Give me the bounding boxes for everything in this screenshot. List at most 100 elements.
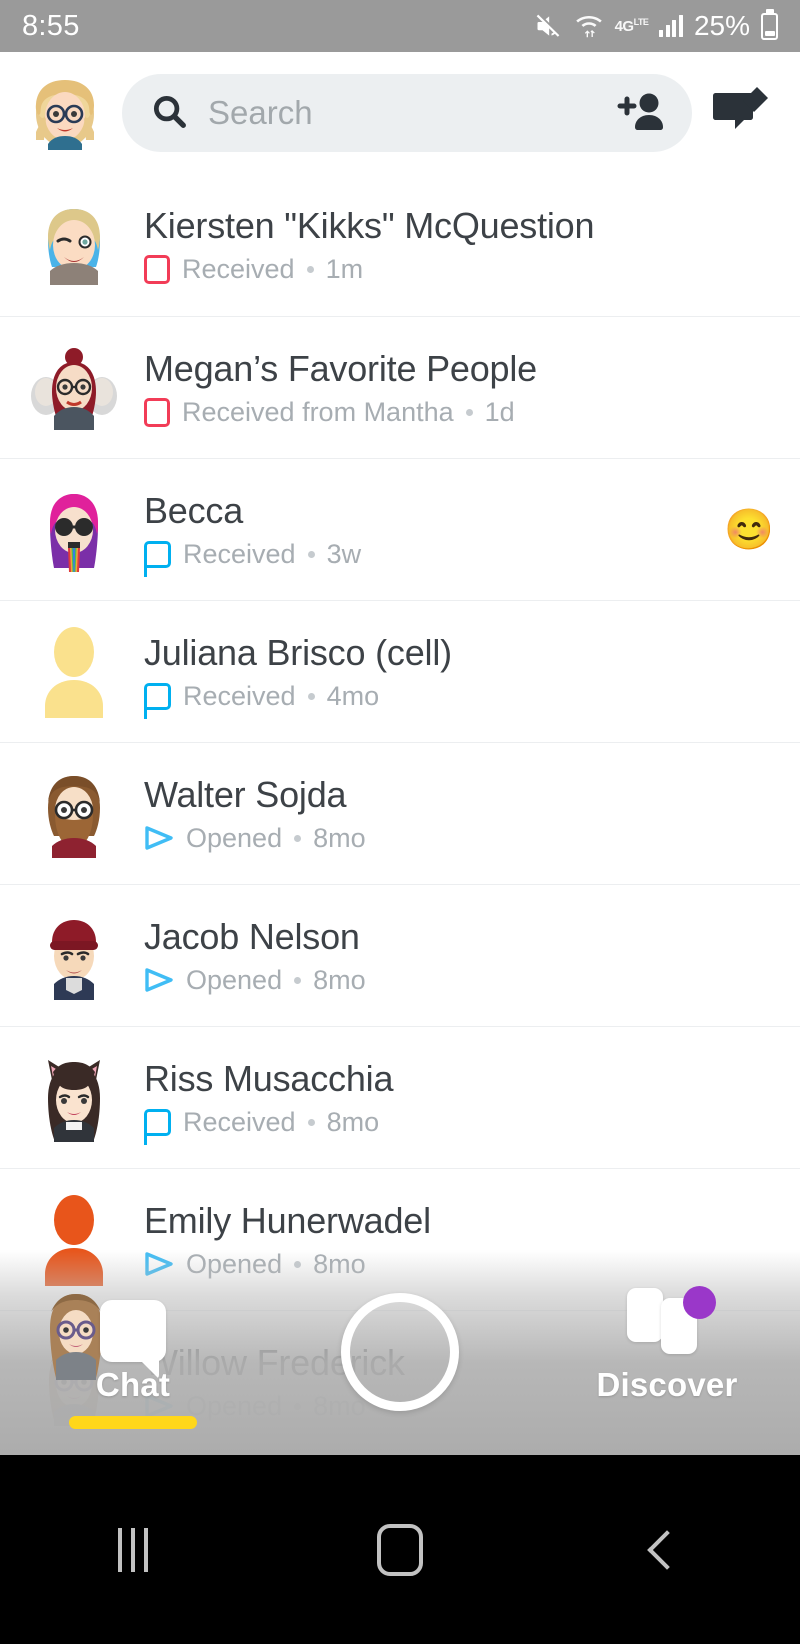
chat-unopened-icon	[143, 682, 171, 719]
chat-time: 8mo	[326, 1106, 380, 1137]
avatar	[26, 1192, 122, 1288]
discover-card-left	[627, 1288, 663, 1342]
chat-status: Received	[182, 254, 295, 284]
search-input[interactable]: Search	[208, 94, 313, 132]
separator-dot	[307, 1118, 315, 1126]
separator-dot	[294, 1260, 302, 1268]
battery-percent-label: 25%	[693, 10, 750, 41]
chat-row-walter-sojda[interactable]: Walter Sojda Opened 8mo	[0, 742, 800, 884]
chat-name: Walter Sojda	[144, 773, 347, 815]
chat-row-kiersten[interactable]: Kiersten "Kikks" McQuestion Received 1m	[0, 174, 800, 316]
chat-status: Opened	[186, 964, 283, 995]
discover-tab-icon-group	[534, 1276, 800, 1362]
android-navigation-bar	[0, 1455, 800, 1644]
new-chat-icon[interactable]	[710, 83, 774, 143]
separator-dot	[294, 1402, 302, 1410]
chat-row-content: Juliana Brisco (cell) Received 4mo	[143, 631, 774, 719]
discover-icon	[621, 1286, 716, 1362]
search-bar[interactable]: Search	[122, 74, 692, 152]
chat-status-line: Opened 8mo	[144, 1249, 774, 1280]
snap-unopened-icon	[144, 397, 170, 427]
chat-row-content: Walter Sojda Opened 8mo	[144, 774, 774, 854]
silhouette-yellow-icon	[45, 626, 103, 718]
nav-tab-chat[interactable]: Chat	[0, 1276, 266, 1429]
chat-status-line: Received 8mo	[143, 1106, 774, 1145]
chat-row-content: Megan’s Favorite People Received from Ma…	[144, 348, 774, 428]
friendship-emoji[interactable]: 😊	[706, 506, 774, 553]
home-icon	[376, 1523, 423, 1576]
chat-status: Received from Mantha	[182, 396, 454, 427]
separator-dot	[465, 408, 473, 416]
chat-row-content: Emily Hunerwadel Opened 8mo	[144, 1200, 774, 1280]
signal-bars-icon	[659, 15, 683, 37]
chat-status: Received	[183, 538, 296, 569]
chat-row-megans-favorite-people[interactable]: Megan’s Favorite People Received from Ma…	[0, 316, 800, 458]
chat-name: Megan’s Favorite People	[144, 347, 537, 389]
chat-status-line: Received 1m	[144, 254, 774, 285]
chat-status-line: Opened 8mo	[144, 965, 774, 996]
avatar	[26, 197, 122, 293]
avatar	[26, 482, 122, 578]
chat-status-line: Opened 8mo	[144, 823, 774, 854]
lte-icon: 4GLTE	[614, 17, 649, 35]
recents-button[interactable]	[43, 1455, 223, 1644]
chat-status-line: Received 3w	[143, 538, 706, 577]
chat-name: Jacob Nelson	[144, 915, 360, 957]
back-button[interactable]	[577, 1455, 757, 1644]
opened-arrow-icon	[144, 824, 174, 852]
chat-name: Becca	[144, 489, 244, 531]
chat-status: Opened	[186, 1248, 283, 1279]
avatar	[26, 908, 122, 1004]
profile-avatar-button[interactable]	[26, 74, 104, 152]
chat-row-jacob-nelson[interactable]: Jacob Nelson Opened 8mo	[0, 884, 800, 1026]
mute-icon	[533, 12, 563, 40]
separator-dot	[307, 550, 315, 558]
add-friend-icon[interactable]	[610, 90, 668, 136]
chat-name: Juliana Brisco (cell)	[144, 631, 452, 673]
chat-status-line: Received 4mo	[143, 680, 774, 719]
separator-dot	[294, 976, 302, 984]
separator-dot	[306, 266, 314, 273]
chat-bubble-icon	[100, 1300, 166, 1362]
chat-row-content: Becca Received 3w	[143, 489, 706, 577]
chat-time: 8mo	[313, 1248, 366, 1279]
chat-time: 4mo	[326, 680, 380, 711]
avatar	[26, 624, 122, 720]
search-icon	[150, 92, 188, 135]
chat-row-juliana-brisco[interactable]: Juliana Brisco (cell) Received 4mo	[0, 600, 800, 742]
separator-dot	[294, 834, 302, 842]
chat-list: Kiersten "Kikks" McQuestion Received 1m	[0, 174, 800, 1452]
active-tab-indicator	[69, 1416, 197, 1429]
chat-row-content: Kiersten "Kikks" McQuestion Received 1m	[144, 205, 774, 285]
separator-dot	[307, 692, 315, 700]
chat-status: Received	[183, 1106, 296, 1137]
opened-arrow-icon	[144, 1250, 174, 1278]
chat-time: 8mo	[313, 964, 366, 995]
chat-name: Kiersten "Kikks" McQuestion	[144, 205, 595, 246]
chat-status: Opened	[186, 822, 283, 853]
nav-tab-discover[interactable]: Discover	[534, 1276, 800, 1429]
chat-status-line: Received from Mantha 1d	[144, 397, 774, 428]
camera-capture-button[interactable]	[341, 1293, 459, 1411]
chat-unopened-icon	[143, 540, 171, 577]
opened-arrow-icon	[144, 966, 174, 994]
avatar	[26, 1050, 122, 1146]
wifi-icon	[574, 11, 604, 41]
chat-time: 8mo	[313, 1390, 366, 1421]
app-header: Search	[0, 52, 800, 174]
chat-row-riss-musacchia[interactable]: Riss Musacchia Received 8mo	[0, 1026, 800, 1168]
status-bar: 8:55 4GLTE 25%	[0, 0, 800, 52]
snap-unopened-icon	[144, 255, 170, 284]
chat-row-becca[interactable]: Becca Received 3w 😊	[0, 458, 800, 600]
status-bar-icons: 4GLTE 25%	[533, 10, 778, 42]
home-button[interactable]	[310, 1455, 490, 1644]
chat-time: 1d	[484, 396, 515, 427]
status-bar-time: 8:55	[22, 9, 80, 42]
chat-unopened-icon	[143, 1108, 171, 1145]
chat-tab-icon-group	[0, 1276, 266, 1380]
chat-time: 1m	[325, 254, 364, 284]
nav-label-discover: Discover	[596, 1366, 738, 1403]
chat-name: Riss Musacchia	[144, 1057, 394, 1099]
avatar	[26, 766, 122, 862]
avatar	[26, 340, 122, 436]
